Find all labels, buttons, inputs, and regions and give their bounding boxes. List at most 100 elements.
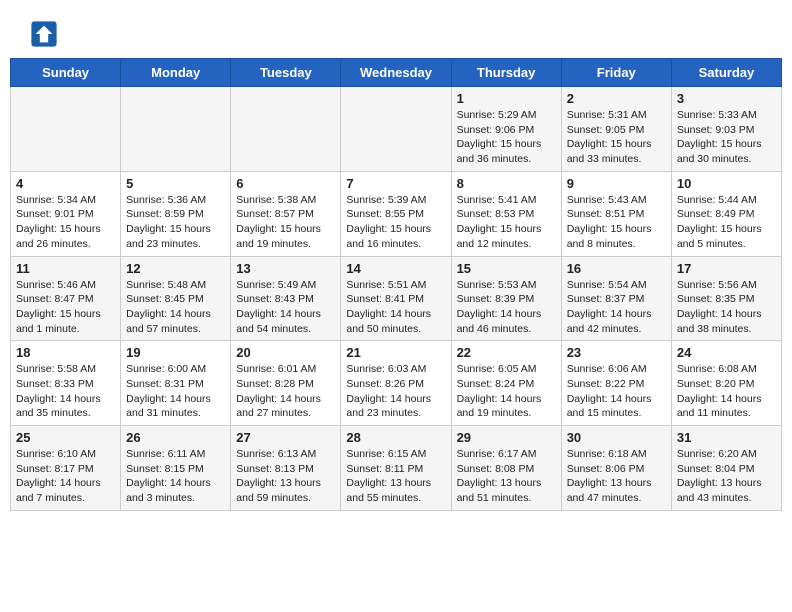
day-number: 26 xyxy=(126,430,225,445)
day-number: 15 xyxy=(457,261,556,276)
day-info: Sunrise: 6:05 AM Sunset: 8:24 PM Dayligh… xyxy=(457,362,556,421)
weekday-header-monday: Monday xyxy=(121,59,231,87)
day-number: 28 xyxy=(346,430,445,445)
calendar-cell: 2 Sunrise: 5:31 AM Sunset: 9:05 PM Daylig… xyxy=(561,87,671,172)
day-info: Sunrise: 6:15 AM Sunset: 8:11 PM Dayligh… xyxy=(346,447,445,506)
day-info: Sunrise: 5:48 AM Sunset: 8:45 PM Dayligh… xyxy=(126,278,225,337)
day-info: Sunrise: 5:33 AM Sunset: 9:03 PM Dayligh… xyxy=(677,108,776,167)
day-number: 17 xyxy=(677,261,776,276)
calendar-cell: 25 Sunrise: 6:10 AM Sunset: 8:17 PM Dayli… xyxy=(11,426,121,511)
day-info: Sunrise: 6:13 AM Sunset: 8:13 PM Dayligh… xyxy=(236,447,335,506)
day-info: Sunrise: 5:41 AM Sunset: 8:53 PM Dayligh… xyxy=(457,193,556,252)
day-number: 29 xyxy=(457,430,556,445)
day-number: 16 xyxy=(567,261,666,276)
week-row-1: 1Sunrise: 5:29 AM Sunset: 9:06 PM Daylig… xyxy=(11,87,782,172)
day-info: Sunrise: 5:31 AM Sunset: 9:05 PM Dayligh… xyxy=(567,108,666,167)
day-info: Sunrise: 6:00 AM Sunset: 8:31 PM Dayligh… xyxy=(126,362,225,421)
day-info: Sunrise: 5:49 AM Sunset: 8:43 PM Dayligh… xyxy=(236,278,335,337)
day-number: 22 xyxy=(457,345,556,360)
day-number: 12 xyxy=(126,261,225,276)
calendar-table: SundayMondayTuesdayWednesdayThursdayFrid… xyxy=(10,58,782,511)
week-row-4: 18 Sunrise: 5:58 AM Sunset: 8:33 PM Dayli… xyxy=(11,341,782,426)
day-number: 25 xyxy=(16,430,115,445)
calendar-cell: 28 Sunrise: 6:15 AM Sunset: 8:11 PM Dayli… xyxy=(341,426,451,511)
day-number: 6 xyxy=(236,176,335,191)
day-number: 30 xyxy=(567,430,666,445)
calendar-cell: 20 Sunrise: 6:01 AM Sunset: 8:28 PM Dayli… xyxy=(231,341,341,426)
calendar-cell: 21 Sunrise: 6:03 AM Sunset: 8:26 PM Dayli… xyxy=(341,341,451,426)
calendar-cell: 18 Sunrise: 5:58 AM Sunset: 8:33 PM Dayli… xyxy=(11,341,121,426)
calendar-container: SundayMondayTuesdayWednesdayThursdayFrid… xyxy=(0,58,792,521)
day-info: Sunrise: 5:46 AM Sunset: 8:47 PM Dayligh… xyxy=(16,278,115,337)
weekday-header-tuesday: Tuesday xyxy=(231,59,341,87)
calendar-cell: 23 Sunrise: 6:06 AM Sunset: 8:22 PM Dayli… xyxy=(561,341,671,426)
day-info: Sunrise: 5:39 AM Sunset: 8:55 PM Dayligh… xyxy=(346,193,445,252)
calendar-cell: 16 Sunrise: 5:54 AM Sunset: 8:37 PM Dayli… xyxy=(561,256,671,341)
calendar-cell: 13 Sunrise: 5:49 AM Sunset: 8:43 PM Dayli… xyxy=(231,256,341,341)
calendar-cell: 10 Sunrise: 5:44 AM Sunset: 8:49 PM Dayli… xyxy=(671,171,781,256)
week-row-5: 25 Sunrise: 6:10 AM Sunset: 8:17 PM Dayli… xyxy=(11,426,782,511)
calendar-cell: 27Sunrise: 6:13 AM Sunset: 8:13 PM Dayli… xyxy=(231,426,341,511)
calendar-cell xyxy=(231,87,341,172)
calendar-cell: 29 Sunrise: 6:17 AM Sunset: 8:08 PM Dayli… xyxy=(451,426,561,511)
weekday-header-friday: Friday xyxy=(561,59,671,87)
calendar-cell: 22 Sunrise: 6:05 AM Sunset: 8:24 PM Dayli… xyxy=(451,341,561,426)
weekday-header-sunday: Sunday xyxy=(11,59,121,87)
day-info: Sunrise: 5:38 AM Sunset: 8:57 PM Dayligh… xyxy=(236,193,335,252)
day-info: Sunrise: 5:34 AM Sunset: 9:01 PM Dayligh… xyxy=(16,193,115,252)
day-info: Sunrise: 5:58 AM Sunset: 8:33 PM Dayligh… xyxy=(16,362,115,421)
day-info: Sunrise: 6:11 AM Sunset: 8:15 PM Dayligh… xyxy=(126,447,225,506)
day-info: Sunrise: 5:44 AM Sunset: 8:49 PM Dayligh… xyxy=(677,193,776,252)
day-info: Sunrise: 6:01 AM Sunset: 8:28 PM Dayligh… xyxy=(236,362,335,421)
day-info: Sunrise: 6:18 AM Sunset: 8:06 PM Dayligh… xyxy=(567,447,666,506)
week-row-3: 11 Sunrise: 5:46 AM Sunset: 8:47 PM Dayli… xyxy=(11,256,782,341)
calendar-cell xyxy=(11,87,121,172)
page-header xyxy=(0,0,792,58)
day-number: 11 xyxy=(16,261,115,276)
day-number: 2 xyxy=(567,91,666,106)
weekday-header-saturday: Saturday xyxy=(671,59,781,87)
calendar-cell: 11 Sunrise: 5:46 AM Sunset: 8:47 PM Dayli… xyxy=(11,256,121,341)
day-info: Sunrise: 5:51 AM Sunset: 8:41 PM Dayligh… xyxy=(346,278,445,337)
day-number: 21 xyxy=(346,345,445,360)
calendar-body: 1Sunrise: 5:29 AM Sunset: 9:06 PM Daylig… xyxy=(11,87,782,511)
calendar-cell: 12 Sunrise: 5:48 AM Sunset: 8:45 PM Dayli… xyxy=(121,256,231,341)
day-info: Sunrise: 5:43 AM Sunset: 8:51 PM Dayligh… xyxy=(567,193,666,252)
calendar-cell xyxy=(121,87,231,172)
day-info: Sunrise: 5:53 AM Sunset: 8:39 PM Dayligh… xyxy=(457,278,556,337)
calendar-cell: 14 Sunrise: 5:51 AM Sunset: 8:41 PM Dayli… xyxy=(341,256,451,341)
calendar-cell: 15 Sunrise: 5:53 AM Sunset: 8:39 PM Dayli… xyxy=(451,256,561,341)
weekday-header-thursday: Thursday xyxy=(451,59,561,87)
day-number: 31 xyxy=(677,430,776,445)
day-info: Sunrise: 5:54 AM Sunset: 8:37 PM Dayligh… xyxy=(567,278,666,337)
day-number: 10 xyxy=(677,176,776,191)
logo-icon xyxy=(30,20,58,48)
day-number: 5 xyxy=(126,176,225,191)
day-info: Sunrise: 6:06 AM Sunset: 8:22 PM Dayligh… xyxy=(567,362,666,421)
calendar-cell: 5Sunrise: 5:36 AM Sunset: 8:59 PM Daylig… xyxy=(121,171,231,256)
calendar-cell: 4 Sunrise: 5:34 AM Sunset: 9:01 PM Daylig… xyxy=(11,171,121,256)
weekday-header-wednesday: Wednesday xyxy=(341,59,451,87)
week-row-2: 4 Sunrise: 5:34 AM Sunset: 9:01 PM Daylig… xyxy=(11,171,782,256)
calendar-cell: 24Sunrise: 6:08 AM Sunset: 8:20 PM Dayli… xyxy=(671,341,781,426)
calendar-cell: 30 Sunrise: 6:18 AM Sunset: 8:06 PM Dayli… xyxy=(561,426,671,511)
day-info: Sunrise: 6:10 AM Sunset: 8:17 PM Dayligh… xyxy=(16,447,115,506)
day-info: Sunrise: 5:29 AM Sunset: 9:06 PM Dayligh… xyxy=(457,108,556,167)
day-info: Sunrise: 6:03 AM Sunset: 8:26 PM Dayligh… xyxy=(346,362,445,421)
calendar-header: SundayMondayTuesdayWednesdayThursdayFrid… xyxy=(11,59,782,87)
logo xyxy=(30,20,62,48)
day-number: 24 xyxy=(677,345,776,360)
calendar-cell: 19Sunrise: 6:00 AM Sunset: 8:31 PM Dayli… xyxy=(121,341,231,426)
day-number: 18 xyxy=(16,345,115,360)
day-number: 13 xyxy=(236,261,335,276)
day-number: 4 xyxy=(16,176,115,191)
day-number: 20 xyxy=(236,345,335,360)
day-number: 14 xyxy=(346,261,445,276)
day-number: 23 xyxy=(567,345,666,360)
day-number: 3 xyxy=(677,91,776,106)
calendar-cell: 8Sunrise: 5:41 AM Sunset: 8:53 PM Daylig… xyxy=(451,171,561,256)
day-info: Sunrise: 6:17 AM Sunset: 8:08 PM Dayligh… xyxy=(457,447,556,506)
day-number: 9 xyxy=(567,176,666,191)
day-info: Sunrise: 6:20 AM Sunset: 8:04 PM Dayligh… xyxy=(677,447,776,506)
calendar-cell: 6 Sunrise: 5:38 AM Sunset: 8:57 PM Daylig… xyxy=(231,171,341,256)
